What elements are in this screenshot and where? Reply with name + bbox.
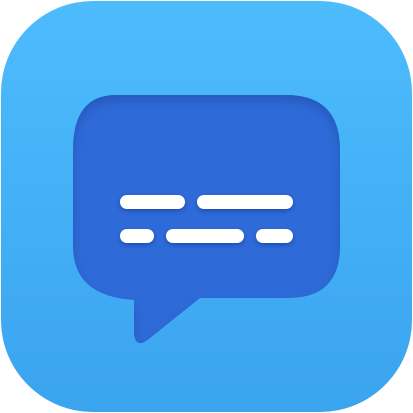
message-line-2b <box>166 229 244 243</box>
message-line-1a <box>120 195 185 209</box>
chat-app-icon <box>1 1 412 412</box>
message-line-1b <box>197 195 293 209</box>
message-line-2c <box>256 229 293 243</box>
message-line-2a <box>120 229 154 243</box>
app-icon[interactable] <box>0 0 413 413</box>
app-icon-stage <box>0 0 413 413</box>
